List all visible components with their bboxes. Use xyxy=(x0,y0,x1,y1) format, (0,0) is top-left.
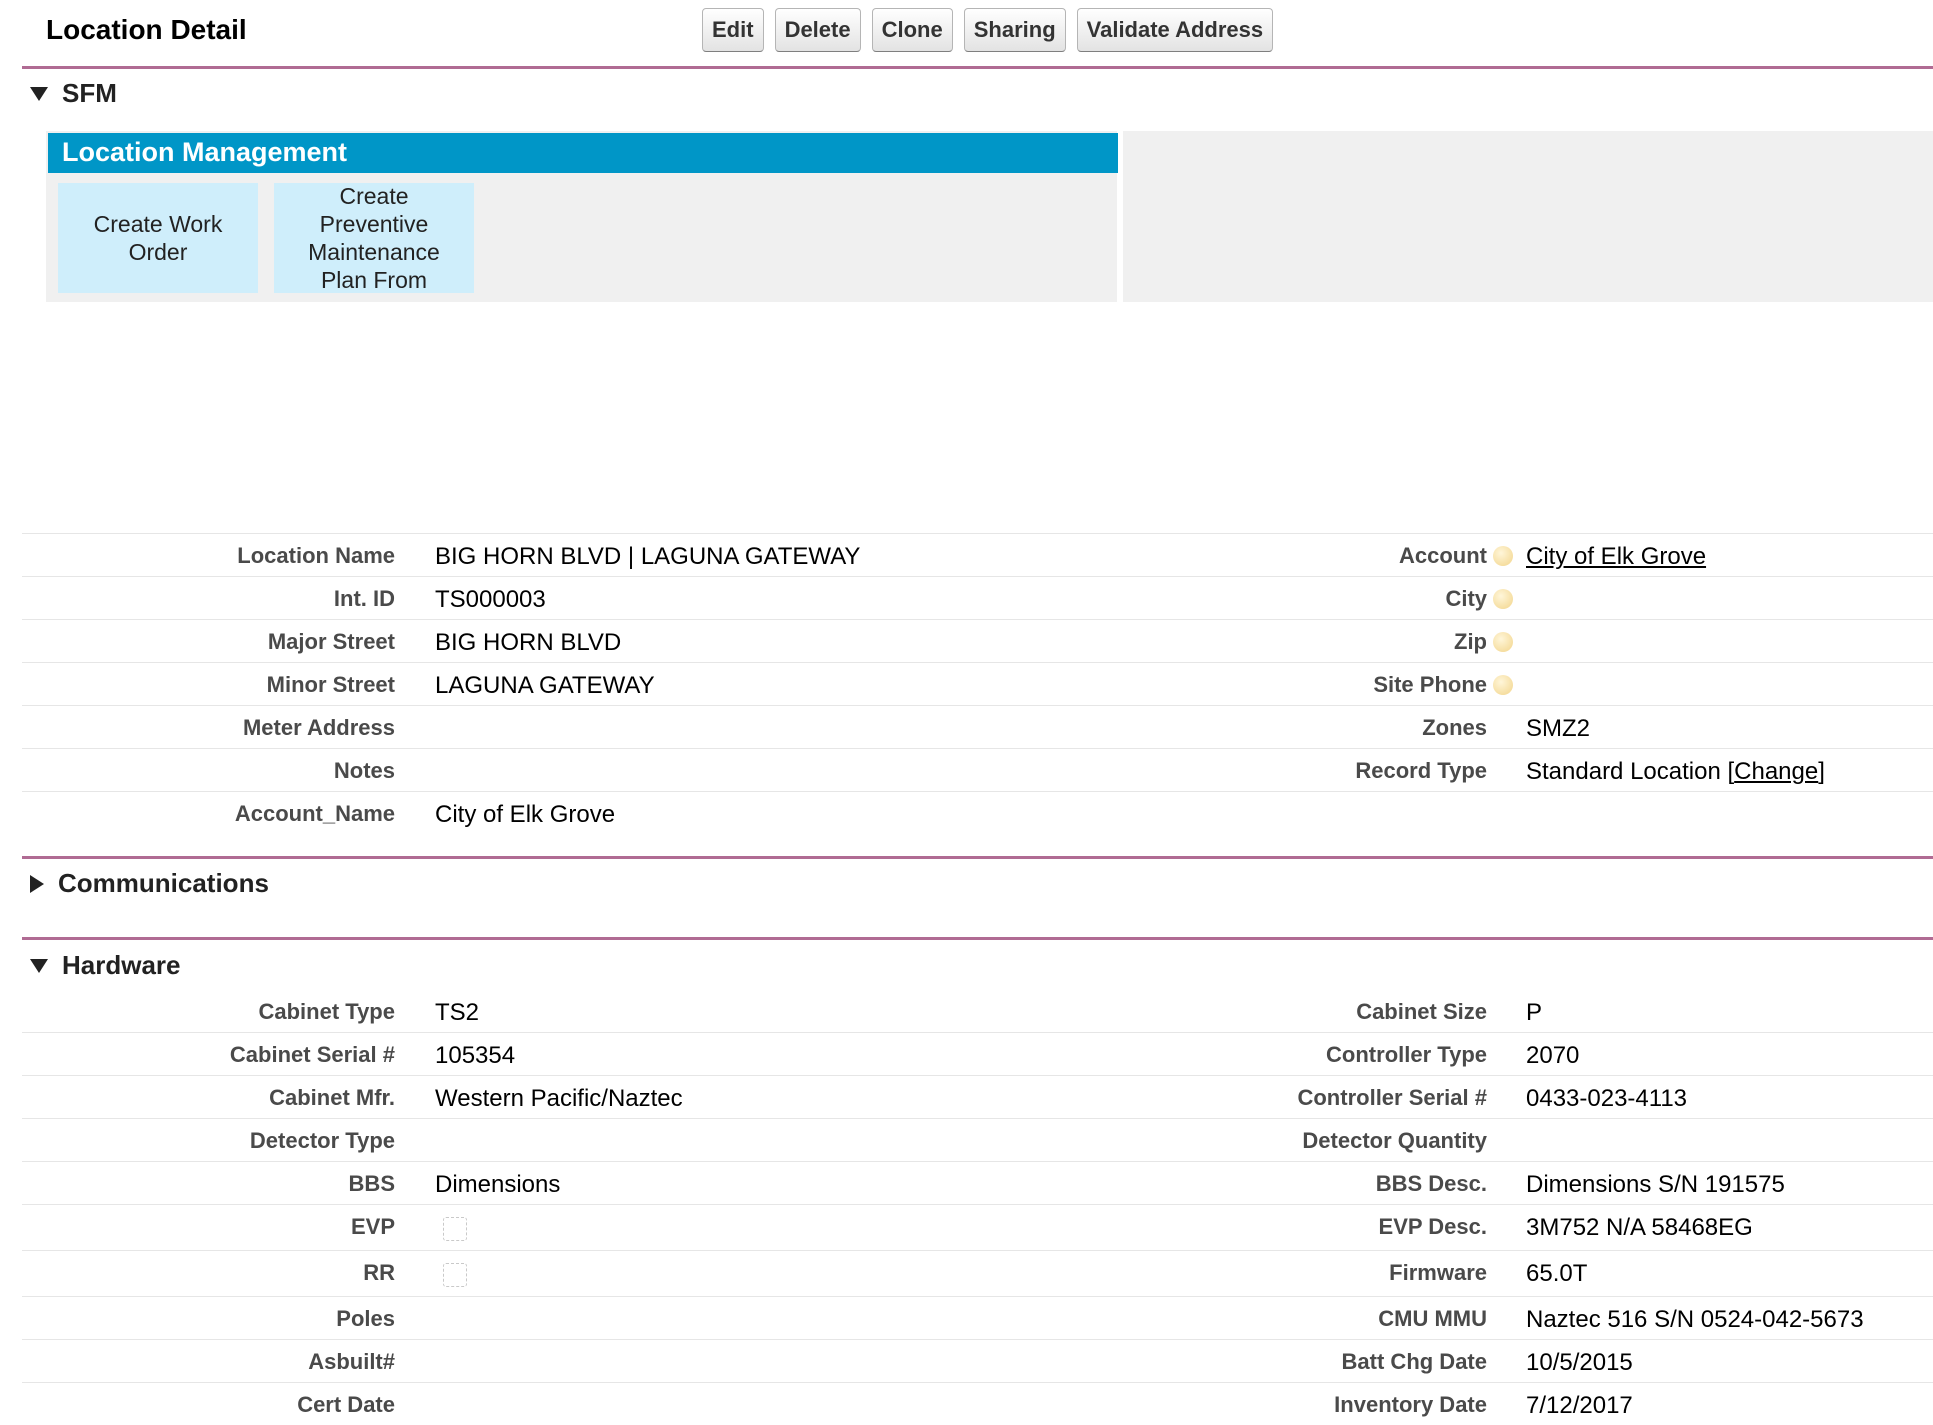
field-value: City of Elk Grove xyxy=(435,801,616,828)
validate-address-button[interactable]: Validate Address xyxy=(1076,8,1274,52)
record-type-value: Standard Location [Change] xyxy=(1526,758,1825,785)
detail-row: BBS Dimensions BBS Desc. Dimensions S/N … xyxy=(22,1161,1933,1204)
field-value: 3M752 N/A 58468EG xyxy=(1526,1214,1753,1241)
section-title: SFM xyxy=(62,78,117,108)
field-value: SMZ2 xyxy=(1526,715,1591,742)
detail-row: Poles CMU MMU Naztec 516 S/N 0524-042-56… xyxy=(22,1296,1933,1339)
help-icon[interactable] xyxy=(1493,632,1513,652)
collapse-triangle-icon xyxy=(30,958,48,973)
field-label: Cabinet Size xyxy=(1356,999,1487,1024)
section-toggle-sfm[interactable]: SFM xyxy=(30,78,117,109)
field-label: CMU MMU xyxy=(1378,1306,1487,1331)
detail-row: Minor Street LAGUNA GATEWAY Site Phone xyxy=(22,662,1933,705)
change-record-type-link[interactable]: Change xyxy=(1734,758,1818,785)
clone-button[interactable]: Clone xyxy=(871,8,953,52)
detail-row: Cabinet Serial # 105354 Controller Type … xyxy=(22,1032,1933,1075)
account-link[interactable]: City of Elk Grove xyxy=(1526,543,1706,571)
field-label: Controller Serial # xyxy=(1297,1085,1487,1110)
detail-row: Cert Date Inventory Date 7/12/2017 xyxy=(22,1382,1933,1425)
field-value: 65.0T xyxy=(1526,1260,1588,1287)
field-value: Naztec 516 S/N 0524-042-5673 xyxy=(1526,1306,1864,1333)
field-label: Inventory Date xyxy=(1334,1392,1487,1417)
help-icon[interactable] xyxy=(1493,675,1513,695)
field-label: Site Phone xyxy=(1373,672,1487,697)
field-value: Dimensions S/N 191575 xyxy=(1526,1171,1785,1198)
location-management-header: Location Management xyxy=(48,133,1118,173)
field-label: Controller Type xyxy=(1326,1042,1487,1067)
field-value: Standard Location xyxy=(1526,758,1721,785)
field-value: P xyxy=(1526,999,1543,1026)
field-label: Zip xyxy=(1454,629,1487,654)
field-label: Account_Name xyxy=(234,801,395,826)
section-divider xyxy=(22,856,1933,859)
detail-row: Cabinet Mfr. Western Pacific/Naztec Cont… xyxy=(22,1075,1933,1118)
page-header: Location Detail Edit Delete Clone Sharin… xyxy=(0,0,1933,66)
section-title: Hardware xyxy=(62,950,181,980)
detail-row: Account_Name City of Elk Grove xyxy=(22,791,1933,834)
field-label: Account xyxy=(1399,543,1487,568)
detail-row: Meter Address Zones SMZ2 xyxy=(22,705,1933,748)
detail-row: Location Name BIG HORN BLVD | LAGUNA GAT… xyxy=(22,533,1933,576)
sharing-button[interactable]: Sharing xyxy=(963,8,1066,52)
detail-row: Major Street BIG HORN BLVD Zip xyxy=(22,619,1933,662)
field-label: Firmware xyxy=(1389,1260,1487,1285)
page-title: Location Detail xyxy=(46,14,247,45)
field-value: 2070 xyxy=(1526,1042,1580,1069)
section-toggle-communications[interactable]: Communications xyxy=(30,868,269,899)
field-label: Record Type xyxy=(1355,758,1487,783)
field-label: Detector Quantity xyxy=(1302,1128,1487,1153)
location-management-title: Location Management xyxy=(62,137,348,167)
field-value: 0433-023-4113 xyxy=(1526,1085,1688,1112)
detail-row: Asbuilt# Batt Chg Date 10/5/2015 xyxy=(22,1339,1933,1382)
section-divider xyxy=(22,66,1933,69)
delete-button[interactable]: Delete xyxy=(774,8,861,52)
create-pm-plan-tile[interactable]: Create Preventive Maintenance Plan From xyxy=(274,183,474,293)
expand-triangle-icon xyxy=(30,874,44,893)
location-detail-table: Location Name BIG HORN BLVD | LAGUNA GAT… xyxy=(22,533,1933,834)
section-divider xyxy=(22,937,1933,940)
field-value: 10/5/2015 xyxy=(1526,1349,1633,1376)
detail-row: Notes Record Type Standard Location [Cha… xyxy=(22,748,1933,791)
field-label: Zones xyxy=(1422,715,1487,740)
field-label: BBS Desc. xyxy=(1375,1171,1487,1196)
create-work-order-tile[interactable]: Create Work Order xyxy=(58,183,258,293)
detail-row: Detector Type Detector Quantity xyxy=(22,1118,1933,1161)
section-toggle-hardware[interactable]: Hardware xyxy=(30,950,181,981)
section-title: Communications xyxy=(58,868,269,898)
detail-row: Cabinet Type TS2 Cabinet Size P xyxy=(22,990,1933,1032)
field-label: EVP Desc. xyxy=(1378,1214,1487,1239)
help-icon[interactable] xyxy=(1493,589,1513,609)
field-value: 7/12/2017 xyxy=(1526,1392,1633,1419)
panel-filler xyxy=(1123,131,1933,302)
detail-row: Int. ID TS000003 City xyxy=(22,576,1933,619)
detail-row: RR Firmware 65.0T xyxy=(22,1250,1933,1296)
hardware-detail-table: Cabinet Type TS2 Cabinet Size P Cabinet … xyxy=(22,990,1933,1425)
field-label: Batt Chg Date xyxy=(1341,1349,1487,1374)
action-buttons: Edit Delete Clone Sharing Validate Addre… xyxy=(702,8,1274,52)
collapse-triangle-icon xyxy=(30,86,48,101)
detail-row: EVP EVP Desc. 3M752 N/A 58468EG xyxy=(22,1204,1933,1250)
edit-button[interactable]: Edit xyxy=(702,8,764,52)
help-icon[interactable] xyxy=(1493,546,1513,566)
field-label: City xyxy=(1445,586,1487,611)
